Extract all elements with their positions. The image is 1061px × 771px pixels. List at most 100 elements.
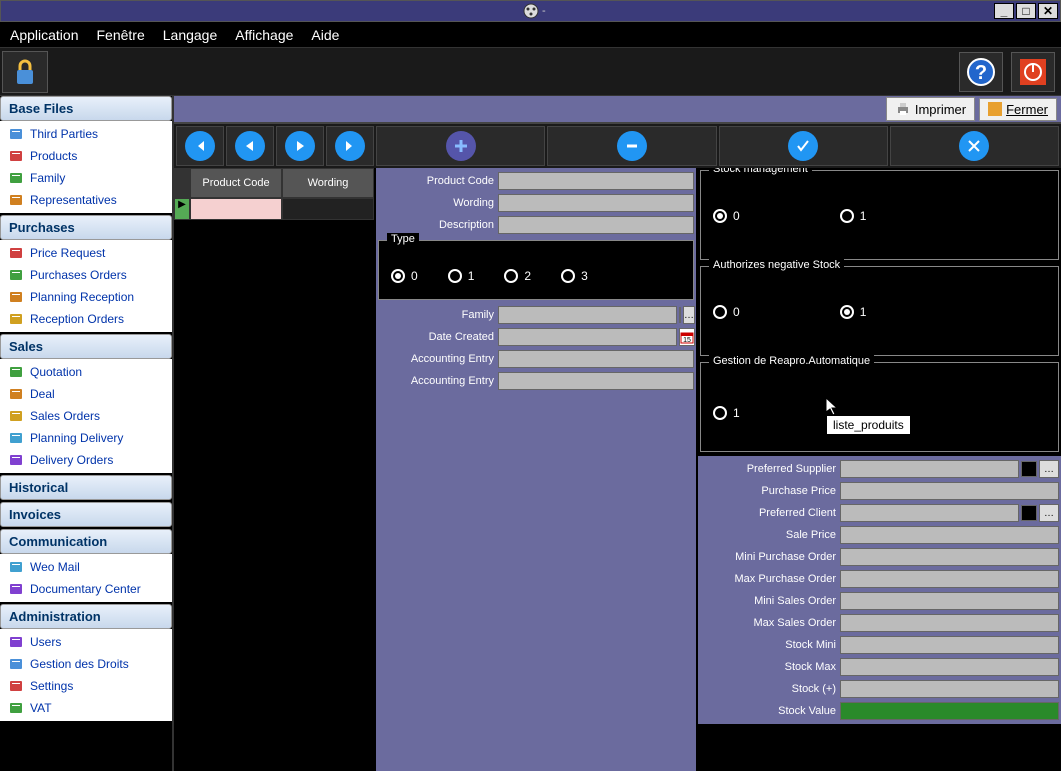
- sidebar-header-base-files[interactable]: Base Files: [0, 96, 172, 121]
- sidebar-item-representatives[interactable]: Representatives: [4, 189, 168, 211]
- input-max-sales-order[interactable]: [840, 614, 1059, 632]
- maximize-button[interactable]: □: [1016, 3, 1036, 19]
- sidebar-item-sales-orders[interactable]: Sales Orders: [4, 405, 168, 427]
- nav-prev[interactable]: [226, 126, 274, 166]
- sidebar-item-deal[interactable]: Deal: [4, 383, 168, 405]
- item-icon: [8, 452, 24, 468]
- close-window-button[interactable]: ✕: [1038, 3, 1058, 19]
- close-button[interactable]: Fermer: [979, 98, 1057, 121]
- sidebar-item-planning-delivery[interactable]: Planning Delivery: [4, 427, 168, 449]
- sidebar-item-reception-orders[interactable]: Reception Orders: [4, 308, 168, 330]
- date-picker[interactable]: 15: [679, 328, 695, 346]
- sidebar-item-settings[interactable]: Settings: [4, 675, 168, 697]
- input-description[interactable]: [498, 216, 694, 234]
- nav-next[interactable]: [276, 126, 324, 166]
- input-purchase-price[interactable]: [840, 482, 1059, 500]
- picker-box[interactable]: [1021, 505, 1037, 521]
- add-button[interactable]: [376, 126, 545, 166]
- minus-icon: [622, 136, 642, 156]
- lookup-button[interactable]: …: [1039, 504, 1059, 522]
- sidebar-item-price-request[interactable]: Price Request: [4, 242, 168, 264]
- grid-cell[interactable]: [190, 198, 282, 220]
- label-mini-purchase-order: Mini Purchase Order: [700, 551, 840, 563]
- remove-button[interactable]: [547, 126, 716, 166]
- input-product-code[interactable]: [498, 172, 694, 190]
- sidebar-item-documentary-center[interactable]: Documentary Center: [4, 578, 168, 600]
- sidebar-item-users[interactable]: Users: [4, 631, 168, 653]
- sidebar-item-quotation[interactable]: Quotation: [4, 361, 168, 383]
- stock-radio-1[interactable]: 1: [840, 209, 867, 223]
- menu-application[interactable]: Application: [10, 27, 79, 43]
- stock-radio-0[interactable]: 0: [713, 209, 740, 223]
- input-sale-price[interactable]: [840, 526, 1059, 544]
- input-acc-entry-2[interactable]: [498, 372, 694, 390]
- sidebar-header-sales[interactable]: Sales: [0, 334, 172, 359]
- input-acc-entry-1[interactable]: [498, 350, 694, 368]
- sidebar-item-products[interactable]: Products: [4, 145, 168, 167]
- sidebar-header-communication[interactable]: Communication: [0, 529, 172, 554]
- label-stock-: Stock (+): [700, 683, 840, 695]
- menu-affichage[interactable]: Affichage: [235, 27, 293, 43]
- sidebar-header-purchases[interactable]: Purchases: [0, 215, 172, 240]
- type-radio-2[interactable]: 2: [504, 269, 531, 283]
- label-family: Family: [378, 309, 498, 321]
- menu-aide[interactable]: Aide: [311, 27, 339, 43]
- type-radio-1[interactable]: 1: [448, 269, 475, 283]
- neg-radio-1[interactable]: 1: [840, 305, 867, 319]
- input-mini-sales-order[interactable]: [840, 592, 1059, 610]
- input-date-created[interactable]: [498, 328, 677, 346]
- sidebar-item-planning-reception[interactable]: Planning Reception: [4, 286, 168, 308]
- grid-cell[interactable]: [282, 198, 374, 220]
- print-button[interactable]: Imprimer: [886, 97, 975, 121]
- neg-radio-0[interactable]: 0: [713, 305, 740, 319]
- cancel-button[interactable]: [890, 126, 1059, 166]
- input-stock-max[interactable]: [840, 658, 1059, 676]
- reappro-radio-1[interactable]: 1: [713, 406, 740, 420]
- item-icon: [8, 289, 24, 305]
- sidebar-item-delivery-orders[interactable]: Delivery Orders: [4, 449, 168, 471]
- sidebar-item-third-parties[interactable]: Third Parties: [4, 123, 168, 145]
- item-icon: [8, 581, 24, 597]
- type-radio-3[interactable]: 3: [561, 269, 588, 283]
- type-radio-0[interactable]: 0: [391, 269, 418, 283]
- sidebar-item-gestion-des-droits[interactable]: Gestion des Droits: [4, 653, 168, 675]
- input-mini-purchase-order[interactable]: [840, 548, 1059, 566]
- menu-langage[interactable]: Langage: [163, 27, 218, 43]
- input-stock-value[interactable]: [840, 702, 1059, 720]
- sidebar-header-invoices[interactable]: Invoices: [0, 502, 172, 527]
- col-wording[interactable]: Wording: [282, 168, 374, 198]
- help-button[interactable]: ?: [959, 52, 1003, 92]
- sidebar-item-purchases-orders[interactable]: Purchases Orders: [4, 264, 168, 286]
- input-preferred-supplier[interactable]: [840, 460, 1019, 478]
- close-icon: [988, 102, 1002, 116]
- lock-icon: [9, 56, 41, 88]
- picker-box[interactable]: [1021, 461, 1037, 477]
- nav-last[interactable]: [326, 126, 374, 166]
- input-family[interactable]: [498, 306, 677, 324]
- close-label: Fermer: [1006, 102, 1048, 117]
- family-picker[interactable]: [679, 307, 681, 323]
- family-lookup[interactable]: …: [683, 306, 695, 324]
- sidebar-header-administration[interactable]: Administration: [0, 604, 172, 629]
- input-preferred-client[interactable]: [840, 504, 1019, 522]
- sidebar-item-vat[interactable]: VAT: [4, 697, 168, 719]
- nav-first[interactable]: [176, 126, 224, 166]
- sidebar-item-weo-mail[interactable]: Weo Mail: [4, 556, 168, 578]
- item-icon: [8, 192, 24, 208]
- input-stock-[interactable]: [840, 680, 1059, 698]
- first-icon: [192, 138, 208, 154]
- power-button[interactable]: [1011, 52, 1055, 92]
- col-product-code[interactable]: Product Code: [190, 168, 282, 198]
- sidebar-header-historical[interactable]: Historical: [0, 475, 172, 500]
- input-stock-mini[interactable]: [840, 636, 1059, 654]
- label-stock-value: Stock Value: [700, 705, 840, 717]
- item-icon: [8, 678, 24, 694]
- input-max-purchase-order[interactable]: [840, 570, 1059, 588]
- confirm-button[interactable]: [719, 126, 888, 166]
- lookup-button[interactable]: …: [1039, 460, 1059, 478]
- minimize-button[interactable]: _: [994, 3, 1014, 19]
- input-wording[interactable]: [498, 194, 694, 212]
- sidebar-item-family[interactable]: Family: [4, 167, 168, 189]
- menu-fenetre[interactable]: Fenêtre: [97, 27, 145, 43]
- lock-button[interactable]: [2, 51, 48, 93]
